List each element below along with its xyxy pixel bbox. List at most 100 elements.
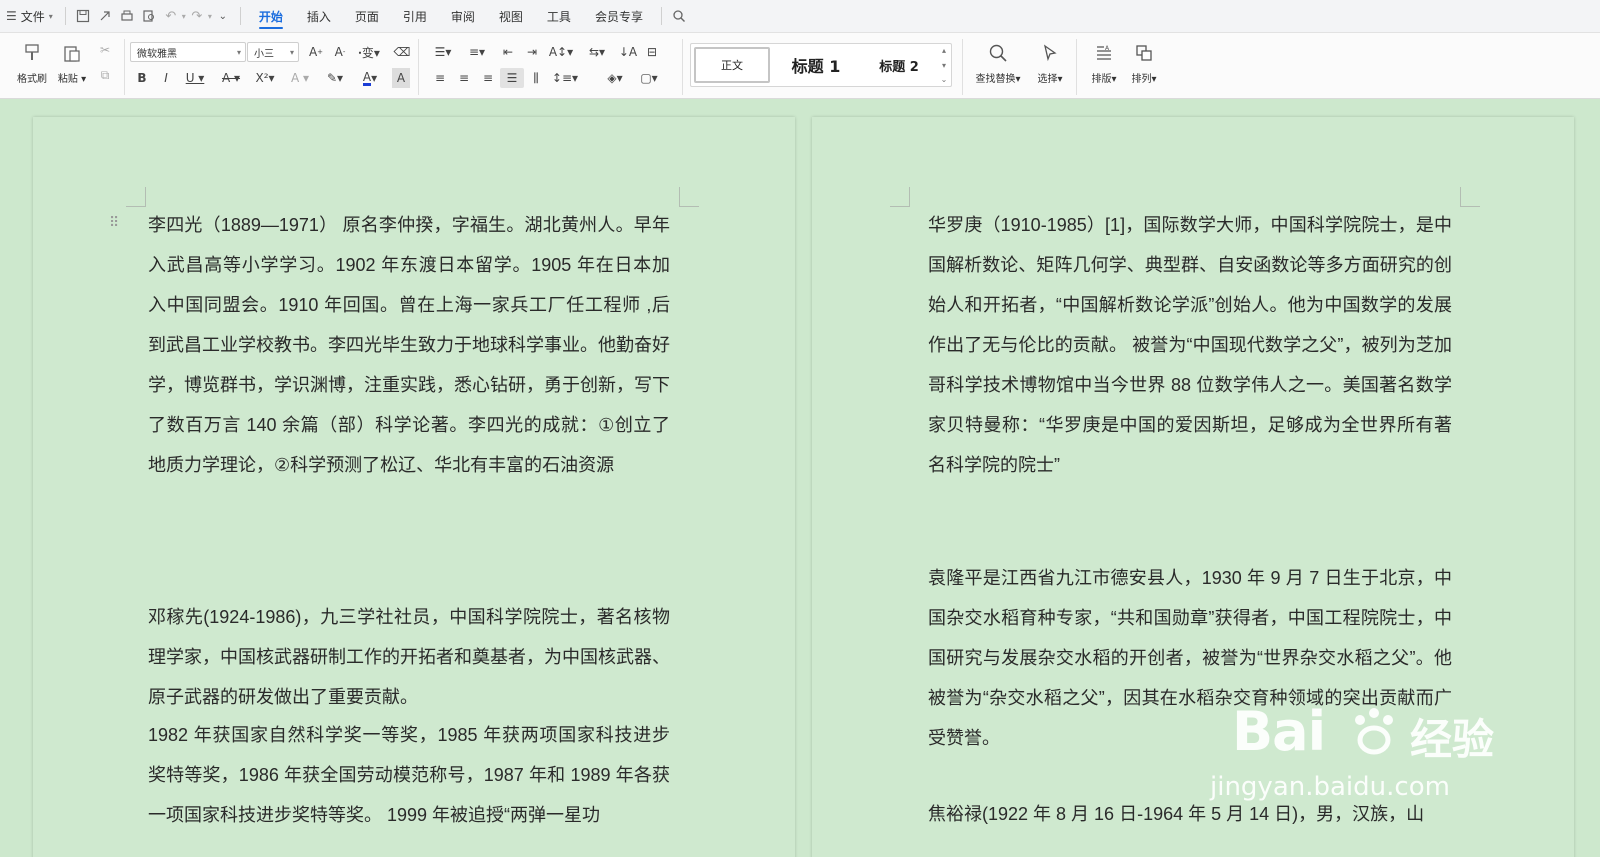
tab-insert[interactable]: 插入 [295, 0, 343, 32]
ribbon-toolbar: 格式刷 粘贴 ▾ ✂ ⧉ 微软雅黑 ▾ 小三 ▾ A + A- ꞏ变▾ ⌫ B I… [0, 32, 1600, 99]
divider [962, 39, 963, 95]
paste-label-text: 粘贴 [57, 74, 78, 85]
search-icon[interactable] [668, 5, 690, 27]
arrange-button[interactable]: 排列▾ [1124, 41, 1164, 85]
paragraph-li-siguang[interactable]: 李四光（1889—1971） 原名李仲揆，字福生。湖北黄州人。早年入武昌高等小学… [148, 205, 670, 485]
tab-view[interactable]: 视图 [487, 0, 535, 32]
italic-icon[interactable]: I [154, 68, 178, 88]
font-color-icon[interactable]: A ▾ [355, 68, 385, 88]
tab-review[interactable]: 审阅 [439, 0, 487, 32]
chevron-down-icon: ▾ [289, 47, 294, 57]
increase-indent-icon[interactable]: ⇥ [520, 42, 544, 62]
style-normal[interactable]: 正文 [694, 47, 770, 83]
chinese-layout-icon[interactable]: ⇆▾ [582, 42, 612, 62]
paste-label: 粘贴 ▾ [57, 74, 87, 85]
hamburger-icon: ☰ [6, 9, 17, 23]
chevron-up-icon[interactable]: ▴ [942, 46, 946, 55]
justify-icon[interactable]: ☰ [500, 68, 524, 88]
file-menu-label: 文件 [20, 9, 45, 24]
cursor-icon [1038, 41, 1062, 65]
watermark-url: jingyan.baidu.com [1210, 772, 1450, 802]
numbered-list-icon[interactable]: ≡▾ [462, 42, 492, 62]
document-page-left[interactable]: ⠿ 李四光（1889—1971） 原名李仲揆，字福生。湖北黄州人。早年入武昌高等… [33, 117, 795, 857]
divider [64, 7, 66, 25]
tab-home[interactable]: 开始 [247, 0, 295, 32]
tab-page[interactable]: 页面 [343, 0, 391, 32]
print-preview-icon[interactable] [138, 5, 160, 27]
paragraph-deng-awards[interactable]: 1982 年获国家自然科学奖一等奖，1985 年获两项国家科技进步奖特等奖，19… [148, 715, 670, 835]
tab-member[interactable]: 会员专享 [583, 0, 655, 32]
superscript-icon[interactable]: X²▾ [250, 68, 280, 88]
text-direction-icon[interactable]: A↕▾ [546, 42, 576, 62]
style-heading1[interactable]: 标题 1 [775, 47, 857, 83]
eraser-icon[interactable]: ⌫ [390, 42, 414, 62]
font-shrink-icon[interactable]: A- [328, 42, 352, 62]
show-marks-icon[interactable]: ⊟ [640, 42, 664, 62]
divider [1076, 39, 1077, 95]
tab-references[interactable]: 引用 [391, 0, 439, 32]
bold-icon[interactable]: B [130, 68, 154, 88]
font-name-value: 微软雅黑 [137, 48, 177, 60]
find-replace-button[interactable]: 查找替换▾ [970, 41, 1026, 85]
char-shading-icon[interactable]: A [392, 68, 410, 88]
align-left-icon[interactable]: ≡ [428, 68, 452, 88]
layout-button[interactable]: A 排版▾ [1084, 41, 1124, 85]
paragraph-hua-luogeng[interactable]: 华罗庚（1910-1985）[1]，国际数学大师，中国科学院院士，是中国解析数论… [928, 205, 1452, 485]
chevron-down-icon[interactable]: ▾ [942, 61, 946, 70]
font-name-select[interactable]: 微软雅黑 ▾ [130, 42, 246, 62]
cut-icon[interactable]: ✂ [93, 40, 117, 60]
tab-tools[interactable]: 工具 [535, 0, 583, 32]
gallery-scroll[interactable]: ▴ ▾ ⌄ [939, 46, 949, 84]
phonetic-icon[interactable]: ꞏ变▾ [354, 42, 384, 62]
align-center-icon[interactable]: ≡ [452, 68, 476, 88]
line-spacing-icon[interactable]: ↕≡▾ [550, 68, 580, 88]
format-painter-icon [20, 41, 44, 65]
more-chevron-icon[interactable]: ⌄ [212, 5, 234, 27]
file-menu[interactable]: ☰ 文件 ▾ [0, 0, 59, 32]
find-replace-text: 查找替换 [975, 74, 1016, 85]
bullet-list-icon[interactable]: ☰▾ [428, 42, 458, 62]
style-gallery: 正文 标题 1 标题 2 ▴ ▾ ⌄ [690, 43, 952, 87]
format-painter-label: 格式刷 [17, 74, 47, 85]
watermark-brand-cn: 经验 [1410, 715, 1495, 764]
sort-icon[interactable]: ↓A [616, 42, 640, 62]
align-right-icon[interactable]: ≡ [476, 68, 500, 88]
font-size-value: 小三 [254, 48, 274, 60]
text-effect-icon[interactable]: A ▾ [285, 68, 315, 88]
arrange-label: 排列▾ [1131, 74, 1157, 85]
highlight-icon[interactable]: ✎▾ [320, 68, 350, 88]
save-icon[interactable] [72, 5, 94, 27]
arrange-icon [1132, 41, 1156, 65]
margin-corner [1460, 187, 1480, 207]
format-painter-button[interactable]: 格式刷 [12, 41, 52, 85]
font-size-select[interactable]: 小三 ▾ [247, 42, 299, 62]
paste-icon [60, 41, 84, 65]
chevron-down-icon: ▾ [236, 47, 241, 57]
divider [239, 7, 241, 25]
share-icon[interactable] [94, 5, 116, 27]
margin-corner [679, 187, 699, 207]
undo-icon[interactable]: ↶ [160, 5, 182, 27]
baidu-jingyan-watermark: Bai 经验 jingyan.baidu.com [1210, 700, 1532, 850]
select-label: 选择▾ [1037, 74, 1063, 85]
border-icon[interactable]: ▢▾ [634, 68, 664, 88]
search-icon [986, 41, 1010, 65]
redo-icon[interactable]: ↷ [186, 5, 208, 27]
find-replace-label: 查找替换▾ [975, 74, 1021, 85]
strikethrough-icon[interactable]: A ▾ [216, 68, 246, 88]
distributed-icon[interactable]: ⫼ [524, 68, 548, 88]
font-grow-icon[interactable]: A + [304, 42, 328, 62]
decrease-indent-icon[interactable]: ⇤ [496, 42, 520, 62]
print-icon[interactable] [116, 5, 138, 27]
drag-handle-icon[interactable]: ⠿ [109, 215, 119, 231]
underline-icon[interactable]: U ▾ [180, 68, 210, 88]
style-heading2[interactable]: 标题 2 [861, 47, 937, 83]
arrange-text: 排列 [1131, 74, 1152, 85]
expand-icon[interactable]: ⌄ [941, 75, 948, 84]
paragraph-deng-jiaxian[interactable]: 邓稼先(1924-1986)，九三学社社员，中国科学院院士，著名核物理学家，中国… [148, 597, 670, 717]
select-button[interactable]: 选择▾ [1030, 41, 1070, 85]
paw-icon [1346, 704, 1402, 764]
shading-icon[interactable]: ◈▾ [600, 68, 630, 88]
copy-icon[interactable]: ⧉ [93, 65, 117, 85]
paste-button[interactable]: 粘贴 ▾ [52, 41, 92, 85]
